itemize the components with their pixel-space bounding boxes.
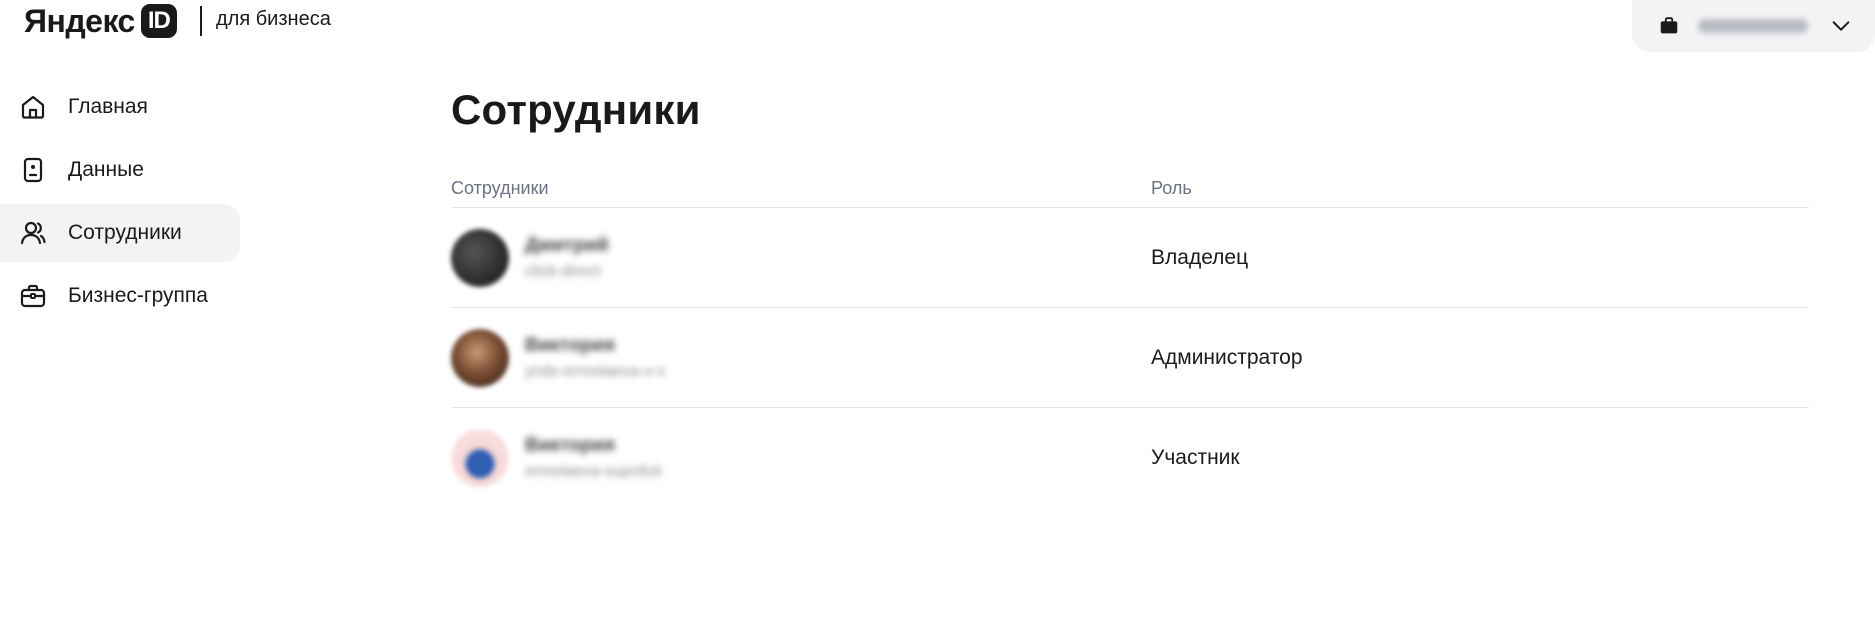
id-card-icon (23, 157, 43, 183)
employees-table: Сотрудники Роль Дмитрий click-direct Вла… (451, 170, 1809, 508)
top-header: Яндекс ID для бизнеса (0, 0, 1875, 60)
avatar (451, 429, 509, 487)
table-row[interactable]: Виктория yndx-ermolaeva-v-v Администрато… (451, 308, 1809, 408)
users-icon (20, 221, 46, 245)
yandex-id-logo[interactable]: Яндекс ID (24, 2, 177, 40)
column-header-employees[interactable]: Сотрудники (451, 178, 1151, 199)
avatar (451, 228, 509, 287)
employee-name: Виктория (525, 435, 615, 456)
sidebar-item-label: Сотрудники (68, 221, 182, 244)
home-icon (21, 95, 45, 119)
employee-cell: Виктория yndx-ermolaeva-v-v (451, 328, 1151, 387)
employee-cell: Дмитрий click-direct (451, 228, 1151, 287)
sidebar-item-employees[interactable]: Сотрудники (0, 204, 240, 262)
role-cell: Администратор (1151, 345, 1303, 369)
column-header-role[interactable]: Роль (1151, 178, 1192, 199)
briefcase-icon (20, 284, 46, 308)
employee-login: ermolaeva-supclick (525, 463, 662, 480)
logo-word: Яндекс (24, 2, 135, 39)
employee-cell: Виктория ermolaeva-supclick (451, 429, 1151, 487)
employee-login: click-direct (525, 262, 601, 280)
account-name-obscured (1698, 19, 1808, 33)
employee-name: Дмитрий (525, 234, 609, 256)
logo-subtitle: для бизнеса (216, 8, 331, 30)
sidebar-item-data[interactable]: Данные (0, 141, 240, 199)
employee-login: yndx-ermolaeva-v-v (525, 362, 666, 380)
sidebar-item-business-group[interactable]: Бизнес-группа (0, 267, 240, 325)
role-cell: Владелец (1151, 245, 1249, 269)
sidebar-nav: Главная Данные Сотрудники Бизнес-группа (0, 78, 240, 330)
table-row[interactable]: Дмитрий click-direct Владелец (451, 208, 1809, 308)
logo-divider (200, 6, 202, 36)
page-title: Сотрудники (451, 86, 701, 133)
briefcase-icon (1660, 17, 1678, 34)
avatar (451, 328, 509, 387)
logo-id-badge: ID (140, 4, 177, 38)
employee-name: Виктория (525, 334, 615, 356)
sidebar-item-label: Главная (68, 95, 148, 118)
table-row[interactable]: Виктория ermolaeva-supclick Участник (451, 408, 1809, 508)
sidebar-item-label: Бизнес-группа (68, 284, 208, 307)
role-cell: Участник (1151, 446, 1240, 469)
sidebar-item-label: Данные (68, 158, 144, 181)
main-content: Сотрудники Сотрудники Роль Дмитрий click… (451, 86, 1809, 508)
chevron-down-icon[interactable] (1830, 15, 1852, 37)
account-switcher[interactable] (1632, 0, 1875, 52)
sidebar-item-home[interactable]: Главная (0, 78, 240, 136)
table-header: Сотрудники Роль (451, 170, 1809, 208)
